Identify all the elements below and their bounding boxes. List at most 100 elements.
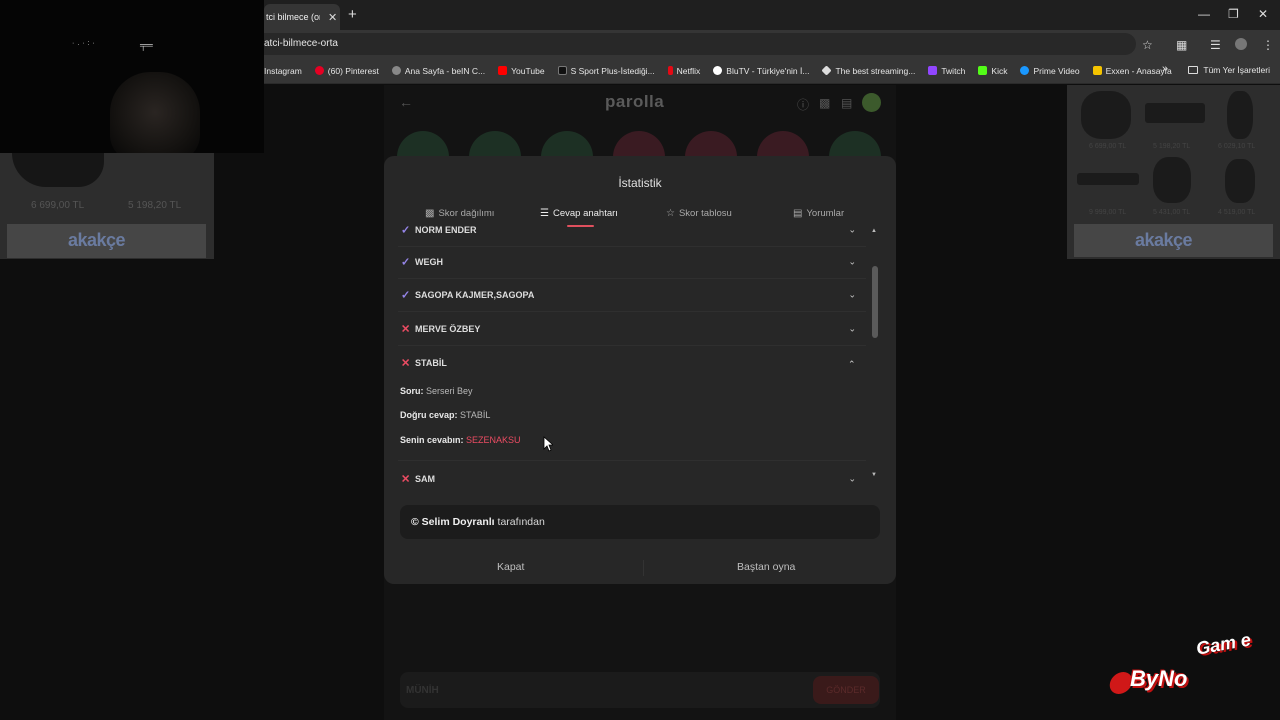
check-icon: ✓ xyxy=(401,224,411,237)
ad-price: 6 029,10 TL xyxy=(1218,143,1256,150)
list-item[interactable]: ✕ MERVE ÖZBEY ⌄ xyxy=(398,313,866,346)
new-tab-icon[interactable]: + xyxy=(348,6,357,23)
bookmark-item[interactable]: Ana Sayfa - beIN C... xyxy=(391,65,486,76)
bar-chart-icon: ▩ xyxy=(425,208,435,219)
kick-icon xyxy=(978,66,988,75)
check-icon: ✓ xyxy=(401,289,411,302)
bookmark-label: Twitch xyxy=(941,65,966,76)
answer-word: SAGOPA KAJMER,SAGOPA xyxy=(415,290,535,300)
cross-icon: ✕ xyxy=(401,323,411,336)
your-answer-line: Senin cevabın: SEZENAKSU xyxy=(400,435,521,445)
answer-input[interactable] xyxy=(400,672,880,708)
bookmark-label: (60) Pinterest xyxy=(327,65,379,76)
bookmark-item[interactable]: Instagram xyxy=(264,66,302,76)
tab-comments[interactable]: ▤ Yorumlar xyxy=(793,208,844,219)
close-tab-icon[interactable]: ✕ xyxy=(328,11,337,24)
chevron-down-icon[interactable]: ⌄ xyxy=(848,473,856,484)
address-bar: atci-bilmece-orta ☆ ▦ ☰ ⋮ xyxy=(264,30,1280,58)
bookmark-item[interactable]: Kick xyxy=(978,66,1007,76)
send-button[interactable]: GÖNDER xyxy=(813,676,879,704)
streaming-icon xyxy=(821,65,833,76)
comments-icon[interactable]: ▤ xyxy=(841,96,852,110)
globe-icon xyxy=(391,66,401,75)
bookmark-item[interactable]: The best streaming... xyxy=(821,65,916,76)
bookmark-item[interactable]: Twitch xyxy=(928,66,965,76)
bookmark-item[interactable]: (60) Pinterest xyxy=(314,65,379,76)
list-item[interactable]: ✓ WEGH ⌄ xyxy=(398,246,866,279)
akakce-logo: akakçe xyxy=(1135,230,1193,250)
tab-leaderboard[interactable]: ☆ Skor tablosu xyxy=(666,208,732,219)
bookmark-item[interactable]: Exxen - Anasayfa xyxy=(1092,66,1172,76)
restart-button[interactable]: Baştan oyna xyxy=(737,561,795,573)
prime-video-icon xyxy=(1020,66,1030,75)
pinterest-icon xyxy=(314,66,324,75)
ad-banner-right[interactable]: 6 699,00 TL 5 198,20 TL 6 029,10 TL 9 99… xyxy=(1067,85,1280,259)
profile-icon[interactable] xyxy=(1235,38,1247,50)
bookmark-star-icon[interactable]: ☆ xyxy=(1142,38,1153,52)
tab-answer-key[interactable]: ☰ Cevap anahtarı xyxy=(540,208,618,219)
minimize-icon[interactable]: — xyxy=(1198,7,1210,21)
bookmark-label: Instagram xyxy=(264,65,302,76)
active-tab[interactable]: tci bilmece (ort ✕ xyxy=(264,4,340,30)
all-bookmarks[interactable]: Tüm Yer İşaretleri xyxy=(1188,65,1270,75)
answer-key-list: ✓ NORM ENDER ⌄ ✓ WEGH ⌄ ✓ SAGOPA KAJMER,… xyxy=(398,224,870,488)
extensions-icon[interactable]: ▦ xyxy=(1176,38,1187,52)
list-scrollbar[interactable]: ▲ ▼ xyxy=(871,228,879,482)
bookmark-item[interactable]: BluTV - Türkiye'nin İ... xyxy=(713,66,809,76)
media-icon[interactable]: ☰ xyxy=(1210,38,1221,52)
list-item[interactable]: ✓ SAGOPA KAJMER,SAGOPA ⌄ xyxy=(398,279,866,312)
author-name: © Selim Doyranlı xyxy=(411,516,495,528)
scroll-thumb[interactable] xyxy=(872,266,878,338)
answer-word: STABİL xyxy=(415,357,447,368)
question-label: Soru: xyxy=(400,386,424,396)
scroll-down-icon[interactable]: ▼ xyxy=(871,472,877,478)
list-item-expanded[interactable]: ✕ STABİL ⌄ xyxy=(398,346,866,379)
chevron-down-icon[interactable]: ⌄ xyxy=(848,225,856,236)
check-icon: ✓ xyxy=(401,256,411,269)
back-arrow-icon[interactable]: ← xyxy=(399,94,413,110)
list-item[interactable]: ✕ SAM ⌄ xyxy=(398,462,866,488)
site-logo: parolla xyxy=(605,92,665,111)
info-icon[interactable]: ⓘ xyxy=(797,96,809,113)
bookmark-label: Netflix xyxy=(676,65,701,76)
watermark-text: ByNo xyxy=(1130,666,1188,691)
restore-icon[interactable]: ❐ xyxy=(1228,7,1239,21)
close-window-icon[interactable]: ✕ xyxy=(1258,7,1268,21)
menu-icon[interactable]: ⋮ xyxy=(1262,38,1274,52)
close-button[interactable]: Kapat xyxy=(497,561,524,573)
bookmark-label: Ana Sayfa - beIN C... xyxy=(404,65,486,76)
stats-icon[interactable]: ▩ xyxy=(819,96,830,110)
user-avatar[interactable] xyxy=(862,93,881,112)
bookmark-label: The best streaming... xyxy=(835,65,916,76)
ad-price: 5 198,20 TL xyxy=(1153,143,1191,150)
answer-input-text: MÜNİH xyxy=(406,685,439,696)
watermark-text: Gam e xyxy=(1194,629,1253,659)
bookmarks-bar: Instagram (60) Pinterest Ana Sayfa - beI… xyxy=(264,58,1280,84)
question-text: Serseri Bey xyxy=(426,386,473,396)
chevron-down-icon[interactable]: ⌄ xyxy=(848,290,856,301)
chevron-up-icon[interactable]: ⌄ xyxy=(848,357,856,368)
keyboard-product xyxy=(1145,103,1205,123)
list-item[interactable]: ✓ NORM ENDER ⌄ xyxy=(398,224,866,247)
twitch-icon xyxy=(928,66,938,75)
modal-title: İstatistik xyxy=(618,176,662,190)
tab-label: Cevap anahtarı xyxy=(552,208,618,219)
scroll-up-icon[interactable]: ▲ xyxy=(871,228,877,234)
bookmark-item[interactable]: S Sport Plus-İstediği... xyxy=(557,66,655,76)
netflix-icon xyxy=(667,66,673,75)
bookmark-item[interactable]: Netflix xyxy=(667,65,701,76)
bookmark-label: Prime Video xyxy=(1033,65,1080,76)
ssport-icon xyxy=(557,66,567,75)
correct-text: STABİL xyxy=(460,410,491,420)
chevron-down-icon[interactable]: ⌄ xyxy=(848,257,856,268)
chevron-down-icon[interactable]: ⌄ xyxy=(848,324,856,335)
exxen-icon xyxy=(1092,66,1102,75)
headset-product xyxy=(1081,91,1131,139)
bookmark-label: BluTV - Türkiye'nin İ... xyxy=(726,65,810,76)
tab-score-distribution[interactable]: ▩ Skor dağılımı xyxy=(425,208,494,219)
bookmark-item[interactable]: YouTube xyxy=(498,66,545,76)
footer-divider xyxy=(643,560,644,576)
more-bookmarks-icon[interactable]: » xyxy=(1162,63,1168,75)
bookmark-item[interactable]: Prime Video xyxy=(1020,65,1080,76)
url-field[interactable]: atci-bilmece-orta xyxy=(264,33,1136,55)
